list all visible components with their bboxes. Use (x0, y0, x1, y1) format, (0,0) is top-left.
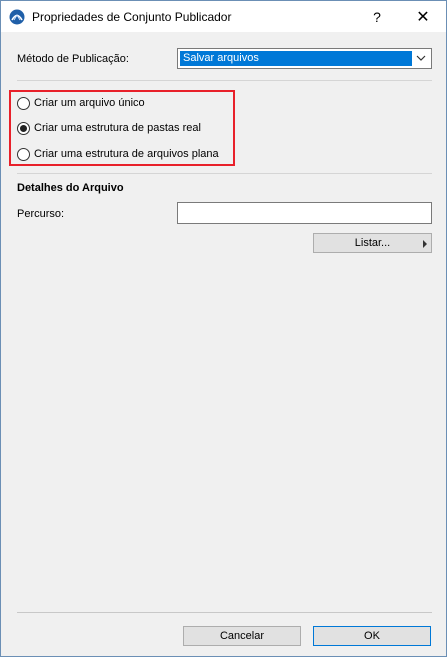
divider-middle (17, 173, 432, 174)
radio-button[interactable] (17, 96, 30, 110)
option-single-file[interactable]: Criar um arquivo único (17, 96, 145, 110)
chevron-down-icon (416, 55, 426, 61)
option-label: Criar um arquivo único (34, 97, 145, 109)
publish-method-selected-value: Salvar arquivos (180, 51, 412, 66)
ok-button[interactable]: OK (313, 626, 431, 646)
list-button[interactable]: Listar... (313, 233, 432, 253)
window-title: Propriedades de Conjunto Publicador (32, 10, 232, 24)
help-button[interactable]: ? (354, 1, 400, 32)
dialog-window: Propriedades de Conjunto Publicador ? ✕ … (0, 0, 447, 657)
list-button-label: Listar... (354, 237, 391, 249)
divider-bottom (17, 612, 432, 613)
option-label: Criar uma estrutura de arquivos plana (34, 148, 219, 160)
radio-button[interactable] (17, 147, 30, 161)
radio-button[interactable] (17, 121, 30, 135)
path-input[interactable] (177, 202, 432, 224)
cancel-button[interactable]: Cancelar (183, 626, 301, 646)
file-details-title: Detalhes do Arquivo (17, 182, 124, 194)
arrow-right-icon (423, 240, 427, 248)
option-label: Criar uma estrutura de pastas real (34, 122, 201, 134)
option-flat-file-structure[interactable]: Criar uma estrutura de arquivos plana (17, 147, 219, 161)
archicad-app-icon (9, 9, 25, 25)
publish-method-select[interactable]: Salvar arquivos (177, 48, 432, 69)
divider-top (17, 80, 432, 81)
close-button[interactable]: ✕ (400, 1, 446, 32)
path-label: Percurso: (17, 208, 65, 220)
option-real-folder-structure[interactable]: Criar uma estrutura de pastas real (17, 121, 201, 135)
publish-method-label: Método de Publicação: (17, 53, 129, 65)
title-bar: Propriedades de Conjunto Publicador ? ✕ (1, 1, 446, 32)
